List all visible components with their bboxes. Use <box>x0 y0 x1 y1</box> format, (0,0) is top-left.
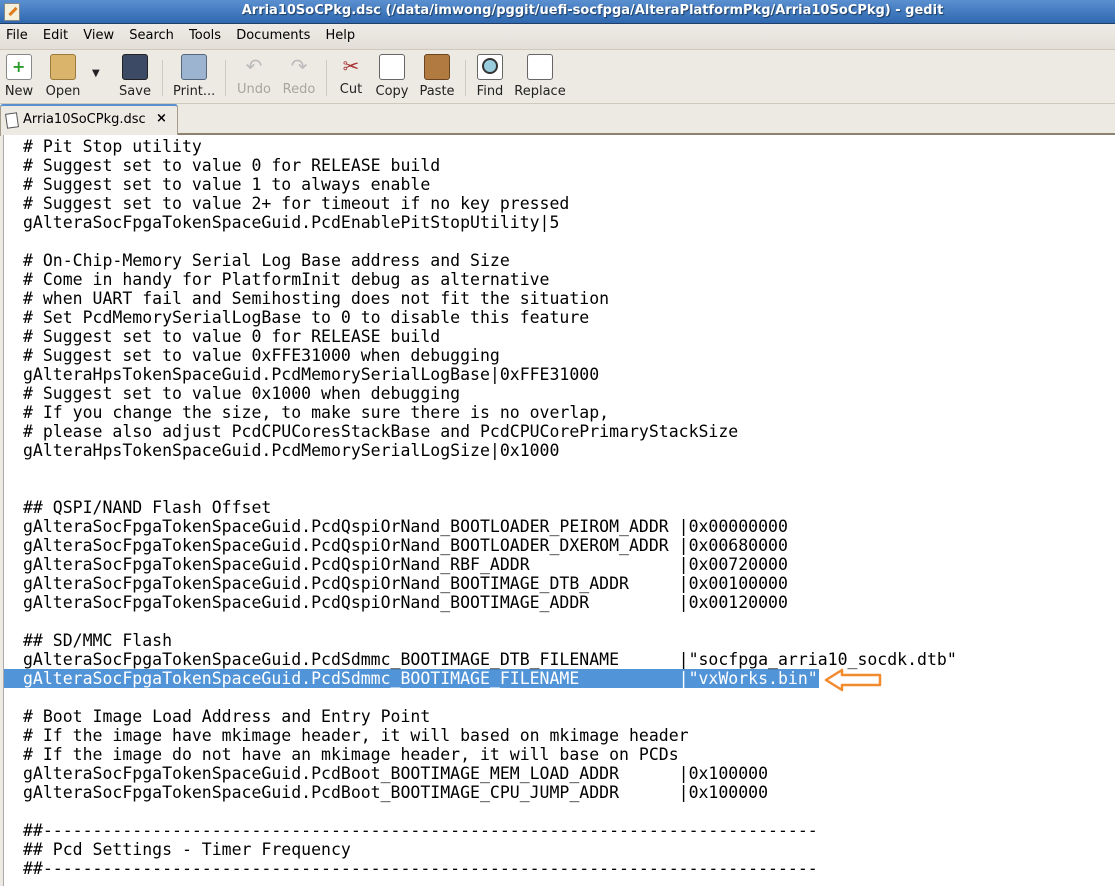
selected-code-line[interactable]: gAlteraSocFpgaTokenSpaceGuid.PcdSdmmc_BO… <box>4 669 819 688</box>
redo-icon: ↷ <box>290 54 308 78</box>
print-button[interactable]: Print... <box>173 54 215 99</box>
open-button[interactable]: Open <box>44 54 82 99</box>
code-line[interactable]: ##--------------------------------------… <box>4 821 1115 840</box>
code-line[interactable]: gAlteraSocFpgaTokenSpaceGuid.PcdQspiOrNa… <box>4 555 1115 574</box>
menu-search[interactable]: Search <box>129 24 174 43</box>
code-line[interactable]: # Suggest set to value 2+ for timeout if… <box>4 194 1115 213</box>
replace-button[interactable]: Replace <box>514 54 566 99</box>
code-line[interactable]: # Set PcdMemorySerialLogBase to 0 to dis… <box>4 308 1115 327</box>
code-line[interactable]: gAlteraSocFpgaTokenSpaceGuid.PcdQspiOrNa… <box>4 593 1115 612</box>
cut-button[interactable]: ✂ Cut <box>336 54 366 97</box>
code-line[interactable]: gAlteraSocFpgaTokenSpaceGuid.PcdSdmmc_BO… <box>4 650 1115 669</box>
code-line[interactable]: gAlteraHpsTokenSpaceGuid.PcdMemorySerial… <box>4 365 1115 384</box>
code-line[interactable]: ## QSPI/NAND Flash Offset <box>4 498 1115 517</box>
menu-bar: File Edit View Search Tools Documents He… <box>0 24 1115 50</box>
code-line[interactable]: # Suggest set to value 0x1000 when debug… <box>4 384 1115 403</box>
toolbar-separator <box>225 60 226 96</box>
code-line[interactable]: # please also adjust PcdCPUCoresStackBas… <box>4 422 1115 441</box>
code-line[interactable]: # If the image do not have an mkimage he… <box>4 745 1115 764</box>
code-line[interactable] <box>4 612 1115 631</box>
code-line[interactable]: # If you change the size, to make sure t… <box>4 403 1115 422</box>
toolbar: + New Open ▼ Save Print... ↶ Undo ↷ Redo ✂ C… <box>0 50 1115 104</box>
close-tab-icon[interactable]: × <box>156 111 167 126</box>
undo-button[interactable]: ↶ Undo <box>236 54 272 97</box>
new-document-icon: + <box>6 54 32 80</box>
code-line[interactable]: # If the image have mkimage header, it w… <box>4 726 1115 745</box>
code-line[interactable]: # Suggest set to value 0xFFE31000 when d… <box>4 346 1115 365</box>
menu-view[interactable]: View <box>83 24 114 43</box>
scissors-icon: ✂ <box>342 54 360 78</box>
title-bar: Arria10SoCPkg.dsc (/data/imwong/pggit/ue… <box>0 0 1115 24</box>
text-editor[interactable]: # Pit Stop utility # Suggest set to value… <box>3 135 1115 886</box>
toolbar-separator <box>326 60 327 96</box>
tab-label: Arria10SoCPkg.dsc <box>23 112 146 127</box>
printer-icon <box>181 54 207 80</box>
undo-icon: ↶ <box>245 54 263 78</box>
window-title: Arria10SoCPkg.dsc (/data/imwong/pggit/ue… <box>241 3 944 18</box>
code-line[interactable]: # Suggest set to value 1 to always enabl… <box>4 175 1115 194</box>
code-line[interactable] <box>4 479 1115 498</box>
code-line[interactable]: ##--------------------------------------… <box>4 859 1115 878</box>
toolbar-separator <box>162 60 163 96</box>
find-button[interactable]: Find <box>475 54 505 99</box>
copy-icon <box>379 54 405 80</box>
orange-arrow-annotation <box>824 668 882 692</box>
copy-button[interactable]: Copy <box>374 54 410 99</box>
menu-help[interactable]: Help <box>325 24 355 43</box>
new-button[interactable]: + New <box>4 54 34 99</box>
find-replace-icon <box>527 54 553 80</box>
code-line[interactable]: # On-Chip-Memory Serial Log Base address… <box>4 251 1115 270</box>
magnifier-icon <box>477 54 503 80</box>
menu-file[interactable]: File <box>6 24 28 43</box>
code-line[interactable]: # Suggest set to value 0 for RELEASE bui… <box>4 327 1115 346</box>
code-line[interactable]: gAlteraSocFpgaTokenSpaceGuid.PcdQspiOrNa… <box>4 536 1115 555</box>
chevron-down-icon: ▼ <box>92 68 100 79</box>
document-icon <box>5 112 19 129</box>
code-line[interactable] <box>4 232 1115 251</box>
redo-button[interactable]: ↷ Redo <box>281 54 317 97</box>
document-tab-bar: Arria10SoCPkg.dsc × <box>0 104 1115 136</box>
menu-tools[interactable]: Tools <box>189 24 221 43</box>
clipboard-icon <box>424 54 450 80</box>
folder-icon <box>50 54 76 80</box>
code-line[interactable]: gAlteraSocFpgaTokenSpaceGuid.PcdBoot_BOO… <box>4 783 1115 802</box>
code-line[interactable]: # when UART fail and Semihosting does no… <box>4 289 1115 308</box>
tab-arria10socpkg[interactable]: Arria10SoCPkg.dsc × <box>0 104 178 136</box>
menu-edit[interactable]: Edit <box>43 24 68 43</box>
save-button[interactable]: Save <box>117 54 153 99</box>
menu-documents[interactable]: Documents <box>236 24 310 43</box>
toolbar-separator <box>465 60 466 96</box>
code-line[interactable] <box>4 460 1115 479</box>
code-line[interactable] <box>4 688 1115 707</box>
code-line[interactable]: gAlteraSocFpgaTokenSpaceGuid.PcdQspiOrNa… <box>4 517 1115 536</box>
code-line[interactable]: ## SD/MMC Flash <box>4 631 1115 650</box>
code-line[interactable]: # Pit Stop utility <box>4 137 1115 156</box>
paste-button[interactable]: Paste <box>419 54 455 99</box>
floppy-disk-icon <box>122 54 148 80</box>
code-line[interactable]: ## Pcd Settings - Timer Frequency <box>4 840 1115 859</box>
code-line[interactable]: # Suggest set to value 0 for RELEASE bui… <box>4 156 1115 175</box>
code-line[interactable]: gAlteraHpsTokenSpaceGuid.PcdMemorySerial… <box>4 441 1115 460</box>
code-line[interactable]: gAlteraSocFpgaTokenSpaceGuid.PcdBoot_BOO… <box>4 764 1115 783</box>
code-line[interactable]: # Boot Image Load Address and Entry Poin… <box>4 707 1115 726</box>
open-recent-dropdown[interactable]: ▼ <box>92 68 100 79</box>
code-line[interactable]: # Come in handy for PlatformInit debug a… <box>4 270 1115 289</box>
code-line[interactable]: gAlteraSocFpgaTokenSpaceGuid.PcdEnablePi… <box>4 213 1115 232</box>
editor-lines: # Pit Stop utility # Suggest set to value… <box>4 137 1115 878</box>
code-line[interactable]: gAlteraSocFpgaTokenSpaceGuid.PcdQspiOrNa… <box>4 574 1115 593</box>
code-line[interactable] <box>4 802 1115 821</box>
